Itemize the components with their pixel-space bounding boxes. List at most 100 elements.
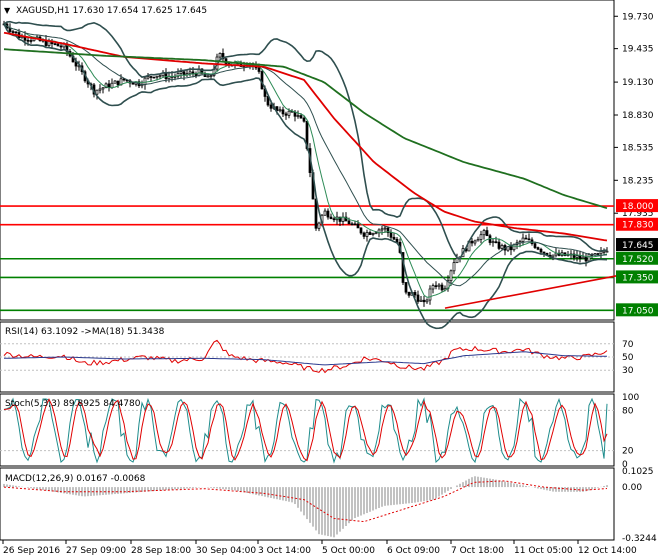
candle-body	[179, 71, 183, 74]
candle-body	[209, 75, 213, 77]
candle-body	[329, 216, 333, 220]
candle-body	[368, 232, 372, 235]
candle-body	[476, 239, 480, 242]
candle-body	[452, 262, 456, 272]
candle-body	[371, 233, 375, 235]
candle-body	[527, 238, 531, 241]
candle-body	[29, 40, 33, 42]
candle-body	[551, 254, 555, 258]
candle-body	[605, 250, 609, 253]
rsi-tick-label: 30	[622, 366, 634, 376]
price-axis-labels: 19.73019.43519.13018.83018.53518.23517.9…	[614, 12, 658, 317]
support-level-label: 17.050	[622, 306, 654, 316]
resistance-level-label: 18.000	[622, 202, 654, 212]
stoch-tick-label: 100	[622, 393, 639, 403]
candle-body	[455, 257, 459, 264]
candle-body	[494, 241, 498, 244]
candle-body	[539, 248, 543, 253]
candle-body	[152, 76, 156, 79]
candle-body	[317, 222, 321, 229]
candle-body	[497, 241, 501, 249]
candle-body	[479, 234, 483, 240]
time-tick-label: 6 Oct 09:00	[387, 546, 440, 556]
resistance-level-label: 17.830	[622, 221, 654, 231]
time-tick-label: 3 Oct 14:00	[258, 546, 311, 556]
candle-body	[419, 299, 423, 302]
candle-body	[449, 270, 453, 282]
candle-body	[56, 43, 60, 47]
candle-body	[146, 76, 150, 79]
time-tick-label: 27 Sep 09:00	[66, 546, 126, 556]
candle-body	[143, 77, 147, 86]
candle-body	[581, 256, 585, 259]
candle-body	[383, 227, 387, 230]
macd-tick-label: -0.3244	[622, 534, 657, 544]
candle-body	[416, 294, 420, 302]
candle-body	[182, 71, 186, 76]
candle-body	[362, 232, 366, 237]
price-tick-label: 18.535	[622, 143, 654, 153]
candle-body	[587, 254, 591, 262]
candle-body	[116, 80, 120, 86]
macd-tick-label: 0.1025	[622, 467, 654, 477]
candle-body	[422, 299, 426, 303]
rsi-tick-label: 50	[622, 353, 634, 363]
candle-body	[425, 299, 429, 303]
macd-tick-label: 0.00	[622, 483, 642, 493]
candle-body	[491, 241, 495, 244]
candle-body	[191, 71, 195, 74]
candle-body	[101, 87, 105, 90]
candle-body	[524, 237, 528, 240]
main-price-panel[interactable]	[0, 0, 615, 321]
candle-body	[356, 223, 360, 229]
candle-body	[470, 240, 474, 244]
candle-body	[380, 228, 384, 231]
candle-body	[95, 89, 99, 95]
price-tick-label: 19.435	[622, 45, 654, 55]
candle-body	[26, 39, 30, 42]
time-tick-label: 26 Sep 2016	[3, 546, 60, 556]
candle-body	[482, 230, 486, 236]
candle-body	[440, 284, 444, 291]
candle-body	[218, 53, 222, 58]
candle-body	[155, 75, 159, 78]
candle-body	[323, 210, 327, 216]
candle-body	[296, 115, 300, 117]
candle-body	[164, 72, 168, 80]
price-tick-label: 18.830	[622, 111, 654, 121]
candle-body	[278, 109, 282, 112]
time-tick-label: 7 Oct 18:00	[451, 546, 504, 556]
candle-body	[473, 240, 477, 244]
candle-body	[428, 288, 432, 301]
candle-body	[485, 230, 489, 237]
candle-body	[521, 237, 525, 242]
candle-body	[542, 251, 546, 254]
candle-body	[413, 292, 417, 296]
candle-body	[257, 67, 261, 72]
stoch-tick-label: 80	[622, 406, 634, 416]
price-tick-label: 19.130	[622, 78, 654, 88]
candle-body	[434, 285, 438, 287]
candle-body	[98, 88, 102, 91]
stoch-tick-label: 20	[622, 447, 634, 457]
candle-body	[596, 253, 600, 255]
candle-body	[131, 82, 135, 85]
candle-body	[206, 75, 210, 78]
candle-body	[332, 218, 336, 221]
candle-body	[302, 117, 306, 122]
candle-body	[437, 284, 441, 287]
candle-body	[599, 251, 603, 255]
candle-body	[326, 210, 330, 218]
candle-body	[389, 232, 393, 238]
time-tick-label: 12 Oct 14:00	[578, 546, 637, 556]
candle-body	[584, 256, 588, 262]
time-tick-label: 5 Oct 00:00	[322, 546, 375, 556]
time-tick-label: 30 Sep 04:00	[196, 546, 256, 556]
support-level-label: 17.350	[622, 273, 654, 283]
dropdown-arrow-icon[interactable]: ▼	[4, 6, 11, 15]
time-tick-label: 11 Oct 05:00	[514, 546, 573, 556]
candle-body	[269, 104, 273, 109]
rsi-tick-label: 70	[622, 340, 634, 350]
candle-body	[158, 75, 162, 78]
trading-chart[interactable]: 19.73019.43519.13018.83018.53518.23517.9…	[0, 0, 660, 560]
